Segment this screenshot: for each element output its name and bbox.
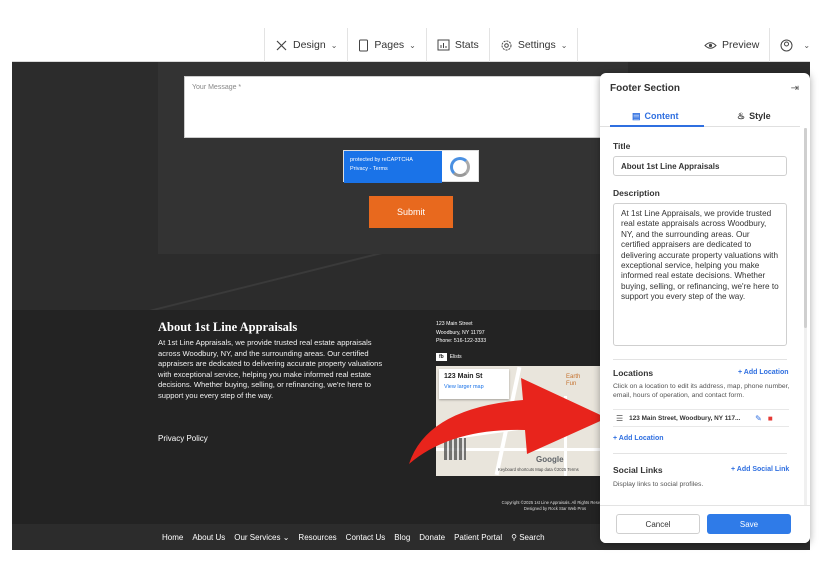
content-icon: ▤ (632, 110, 641, 121)
map-terms: Keyboard shortcuts Map data ©2025 Terms (498, 467, 579, 472)
chevron-down-icon: ⌄ (409, 40, 416, 50)
account-menu-button[interactable]: ⌄ (769, 28, 820, 62)
nav-item-patient-portal[interactable]: Patient Portal (454, 533, 502, 542)
design-menu-button[interactable]: Design ⌄ (264, 28, 347, 62)
tab-style[interactable]: ♨ Style (737, 107, 771, 125)
social-link-elists[interactable]: Elists (450, 354, 462, 360)
nav-item-resources[interactable]: Resources (298, 533, 336, 542)
section-divider (613, 453, 787, 454)
editor-stage: Design ⌄ Pages ⌄ Stats Settings ⌄ Previe… (0, 0, 820, 565)
social-links-label: Social Links (613, 465, 663, 475)
nav-item-search-label: Search (519, 532, 545, 542)
settings-menu-button[interactable]: Settings ⌄ (488, 28, 579, 62)
footer-description: At 1st Line Appraisals, we provide trust… (158, 338, 383, 400)
stats-icon (437, 39, 450, 51)
gear-icon (501, 40, 512, 50)
message-placeholder: Your Message * (192, 84, 242, 91)
footer-nav-items: Home About Us Our Services ⌄ Resources C… (162, 533, 545, 542)
location-item-label: 123 Main Street, Woodbury, NY 117... (629, 414, 741, 422)
address-line2: Woodbury, NY 11797 (436, 329, 485, 336)
pencil-icon[interactable]: ✎ (755, 414, 762, 423)
recaptcha-notice: protected by reCAPTCHA Privacy - Terms (344, 151, 442, 183)
chevron-down-icon: ⌄ (282, 532, 290, 542)
panel-scrollbar-thumb[interactable] (804, 128, 807, 328)
social-help-text: Display links to social profiles. (613, 481, 704, 488)
footer-address: 123 Main Street Woodbury, NY 11797 Phone… (436, 320, 486, 346)
preview-label: Preview (722, 39, 760, 51)
collapse-panel-icon[interactable]: ⇥ (791, 83, 799, 94)
recaptcha-line2: Privacy - Terms (350, 166, 388, 172)
add-social-link[interactable]: + Add Social Link (731, 466, 789, 473)
settings-menu-label: Settings (517, 39, 556, 51)
facebook-icon[interactable]: fb (436, 353, 447, 361)
title-input[interactable]: About 1st Line Appraisals (613, 156, 787, 176)
nav-item-search[interactable]: ⚲ Search (511, 533, 544, 542)
preview-button[interactable]: Preview (694, 28, 769, 62)
top-toolbar: Design ⌄ Pages ⌄ Stats Settings ⌄ Previe… (12, 28, 810, 62)
tab-content[interactable]: ▤ Content (632, 107, 679, 125)
locations-help-text: Click on a location to edit its address,… (613, 383, 790, 399)
user-avatar-icon (780, 39, 793, 51)
nav-item-donate[interactable]: Donate (419, 533, 445, 542)
nav-item-home[interactable]: Home (162, 533, 183, 542)
design-menu-label: Design (293, 39, 326, 51)
chevron-down-icon: ⌄ (803, 40, 811, 50)
nav-item-services-label: Our Services (234, 532, 281, 542)
page-icon (359, 39, 369, 51)
eye-icon (704, 41, 717, 49)
nav-item-blog[interactable]: Blog (394, 533, 410, 542)
nav-item-contact[interactable]: Contact Us (346, 533, 386, 542)
add-location-link[interactable]: + Add Location (738, 369, 789, 376)
recaptcha-line1: protected by reCAPTCHA (350, 157, 413, 163)
design-tools-icon (276, 40, 287, 50)
red-arrow-icon (409, 378, 607, 464)
panel-title: Footer Section (610, 83, 681, 94)
recaptcha-logo-icon (450, 157, 470, 177)
locations-label: Locations (613, 368, 654, 378)
save-button[interactable]: Save (707, 514, 791, 534)
footer-social-links: fb Elists (436, 353, 462, 361)
stats-button[interactable]: Stats (425, 28, 489, 62)
active-tab-indicator (610, 125, 704, 127)
address-line1: 123 Main Street (436, 321, 473, 327)
stats-label: Stats (454, 39, 479, 51)
message-textarea[interactable]: Your Message * (184, 76, 616, 138)
toolbar-right-group: Preview ⌄ (694, 28, 820, 62)
description-textarea[interactable]: At 1st Line Appraisals, we provide trust… (613, 203, 787, 346)
section-divider (613, 359, 787, 360)
phone-number: Phone: 516-122-3333 (436, 338, 487, 345)
pages-menu-label: Pages (374, 39, 405, 51)
submit-button[interactable]: Submit (369, 196, 453, 228)
tab-content-label: Content (644, 111, 679, 121)
recaptcha-widget[interactable]: protected by reCAPTCHA Privacy - Terms (343, 150, 479, 183)
footer-title: About 1st Line Appraisals (158, 320, 298, 334)
trash-icon[interactable]: ■ (768, 414, 773, 423)
search-icon: ⚲ (511, 532, 517, 542)
add-location-bottom-link[interactable]: + Add Location (613, 435, 664, 442)
toolbar-center-group: Design ⌄ Pages ⌄ Stats Settings ⌄ (264, 28, 579, 62)
chevron-down-icon: ⌄ (560, 40, 568, 50)
location-list-item[interactable]: ☰ 123 Main Street, Woodbury, NY 117... ✎… (613, 409, 789, 427)
chevron-down-icon: ⌄ (330, 40, 338, 50)
privacy-policy-link[interactable]: Privacy Policy (158, 434, 208, 443)
tab-style-label: Style (749, 111, 771, 121)
footer-section-panel: Footer Section ⇥ ▤ Content ♨ Style Title… (600, 73, 810, 543)
pages-menu-button[interactable]: Pages ⌄ (347, 28, 425, 62)
nav-item-services[interactable]: Our Services ⌄ (234, 533, 289, 542)
title-label: Title (613, 141, 631, 151)
nav-item-about[interactable]: About Us (192, 533, 225, 542)
cancel-button[interactable]: Cancel (616, 514, 700, 534)
drag-handle-icon[interactable]: ☰ (616, 414, 623, 423)
panel-footer: Cancel Save (600, 505, 810, 543)
paint-bucket-icon: ♨ (737, 110, 746, 121)
description-label: Description (613, 188, 660, 198)
